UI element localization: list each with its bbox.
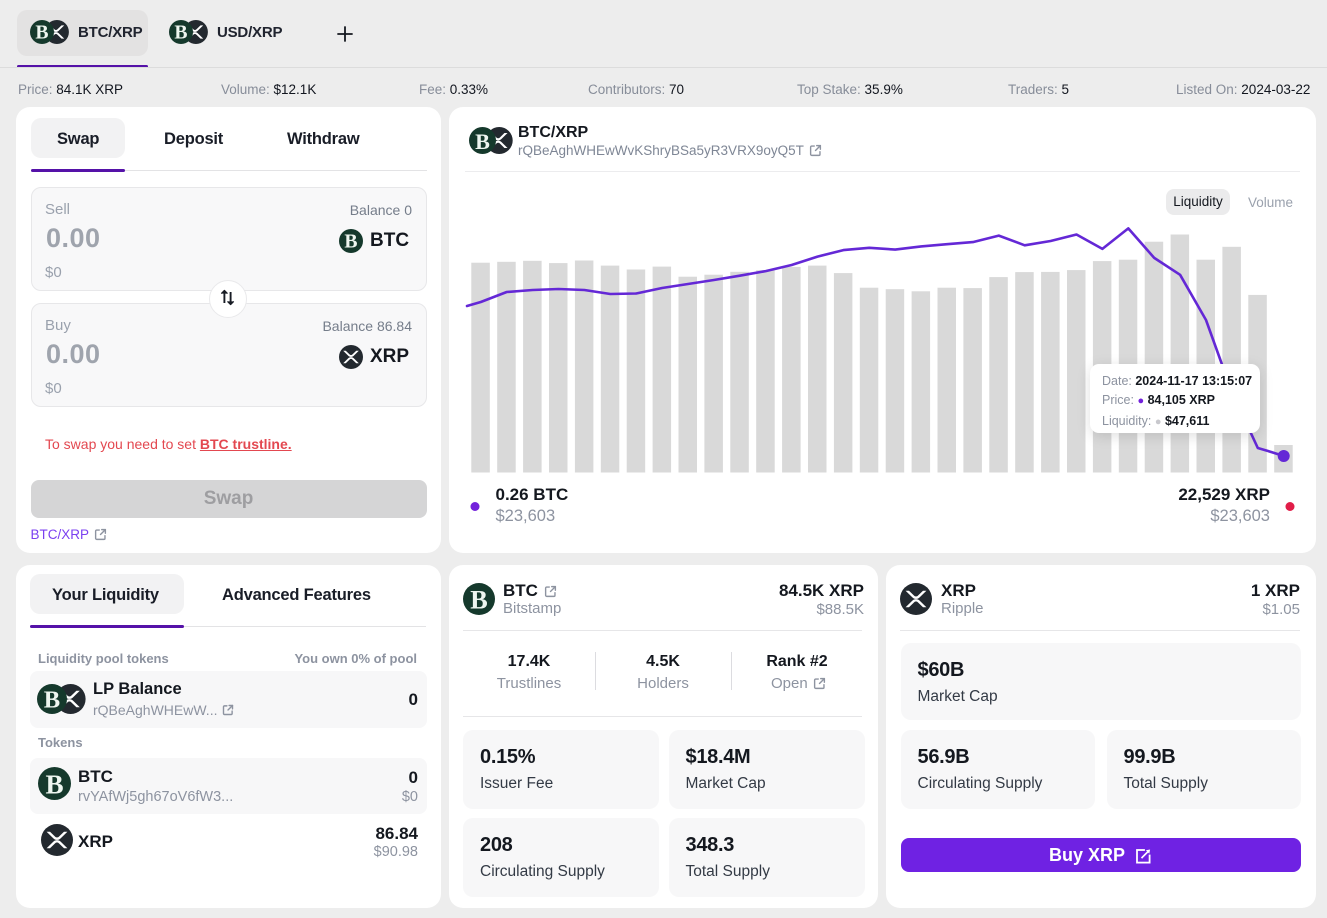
svg-text:B: B [45, 770, 63, 800]
svg-text:B: B [470, 586, 487, 615]
svg-text:B: B [174, 22, 187, 44]
svg-text:B: B [344, 231, 357, 253]
svg-text:B: B [35, 22, 48, 44]
svg-text:B: B [44, 686, 60, 713]
